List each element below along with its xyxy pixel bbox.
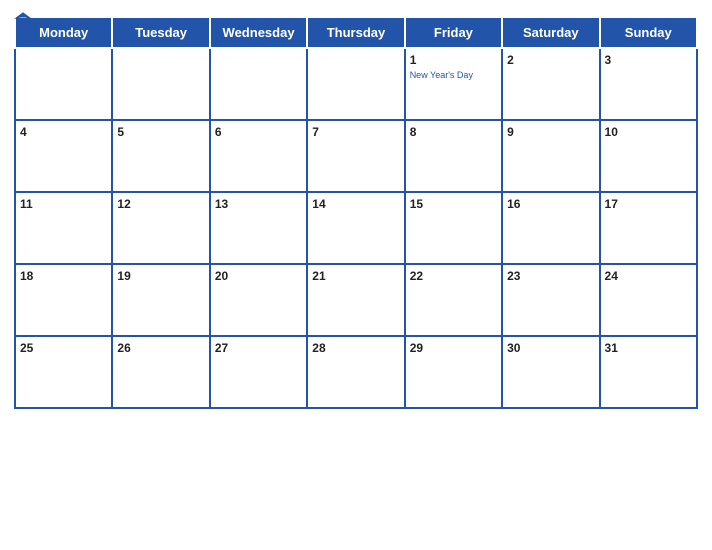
day-number: 11 [20,197,33,211]
page: Monday Tuesday Wednesday Thursday Friday… [0,0,712,550]
calendar-cell: 6 [210,120,307,192]
day-number: 21 [312,269,325,283]
col-friday: Friday [405,17,502,48]
calendar-cell: 25 [15,336,112,408]
day-number: 30 [507,341,520,355]
col-sunday: Sunday [600,17,697,48]
calendar-cell: 7 [307,120,404,192]
day-number: 2 [507,53,514,67]
calendar-cell: 29 [405,336,502,408]
calendar-cell: 27 [210,336,307,408]
logo-blue-area [14,10,34,26]
calendar-cell [112,48,209,120]
day-number: 23 [507,269,520,283]
day-number: 24 [605,269,618,283]
day-number: 15 [410,197,423,211]
calendar-cell: 3 [600,48,697,120]
day-number: 25 [20,341,33,355]
calendar-cell: 13 [210,192,307,264]
day-number: 12 [117,197,130,211]
calendar-cell: 28 [307,336,404,408]
day-number: 28 [312,341,325,355]
holiday-label: New Year's Day [410,70,497,81]
day-number: 1 [410,53,417,67]
calendar-cell: 17 [600,192,697,264]
day-number: 7 [312,125,319,139]
day-number: 8 [410,125,417,139]
calendar-cell: 14 [307,192,404,264]
calendar-week-row: 18 19 20 21 22 23 24 [15,264,697,336]
day-number: 27 [215,341,228,355]
col-wednesday: Wednesday [210,17,307,48]
day-number: 10 [605,125,618,139]
day-number: 22 [410,269,423,283]
calendar-cell [15,48,112,120]
day-number: 29 [410,341,423,355]
calendar-cell: 30 [502,336,599,408]
calendar-table: Monday Tuesday Wednesday Thursday Friday… [14,16,698,409]
calendar-cell [210,48,307,120]
calendar-week-row: 25 26 27 28 29 30 31 [15,336,697,408]
calendar-cell: 1 New Year's Day [405,48,502,120]
calendar-cell: 20 [210,264,307,336]
col-saturday: Saturday [502,17,599,48]
calendar-cell: 18 [15,264,112,336]
day-number: 5 [117,125,124,139]
logo-bird-icon [14,10,32,26]
calendar-header: Monday Tuesday Wednesday Thursday Friday… [15,17,697,48]
calendar-cell: 31 [600,336,697,408]
calendar-cell: 23 [502,264,599,336]
calendar-cell: 2 [502,48,599,120]
calendar-cell: 22 [405,264,502,336]
calendar-week-row: 1 New Year's Day 2 3 [15,48,697,120]
col-tuesday: Tuesday [112,17,209,48]
calendar-cell: 11 [15,192,112,264]
calendar-cell: 24 [600,264,697,336]
day-number: 18 [20,269,33,283]
calendar-cell [307,48,404,120]
calendar-cell: 21 [307,264,404,336]
calendar-cell: 12 [112,192,209,264]
day-number: 4 [20,125,27,139]
day-number: 16 [507,197,520,211]
calendar-cell: 5 [112,120,209,192]
day-number: 6 [215,125,222,139]
calendar-week-row: 11 12 13 14 15 16 17 [15,192,697,264]
calendar-week-row: 4 5 6 7 8 9 10 [15,120,697,192]
calendar-cell: 4 [15,120,112,192]
calendar-cell: 15 [405,192,502,264]
calendar-cell: 10 [600,120,697,192]
day-number: 9 [507,125,514,139]
day-number: 26 [117,341,130,355]
calendar-cell: 26 [112,336,209,408]
day-number: 19 [117,269,130,283]
calendar-cell: 16 [502,192,599,264]
day-number: 13 [215,197,228,211]
calendar-cell: 9 [502,120,599,192]
col-thursday: Thursday [307,17,404,48]
calendar-cell: 8 [405,120,502,192]
days-of-week-row: Monday Tuesday Wednesday Thursday Friday… [15,17,697,48]
day-number: 20 [215,269,228,283]
day-number: 17 [605,197,618,211]
calendar-cell: 19 [112,264,209,336]
day-number: 31 [605,341,618,355]
day-number: 3 [605,53,612,67]
calendar-body: 1New Year's Day2345678910111213141516171… [15,48,697,408]
day-number: 14 [312,197,325,211]
logo [14,10,34,26]
